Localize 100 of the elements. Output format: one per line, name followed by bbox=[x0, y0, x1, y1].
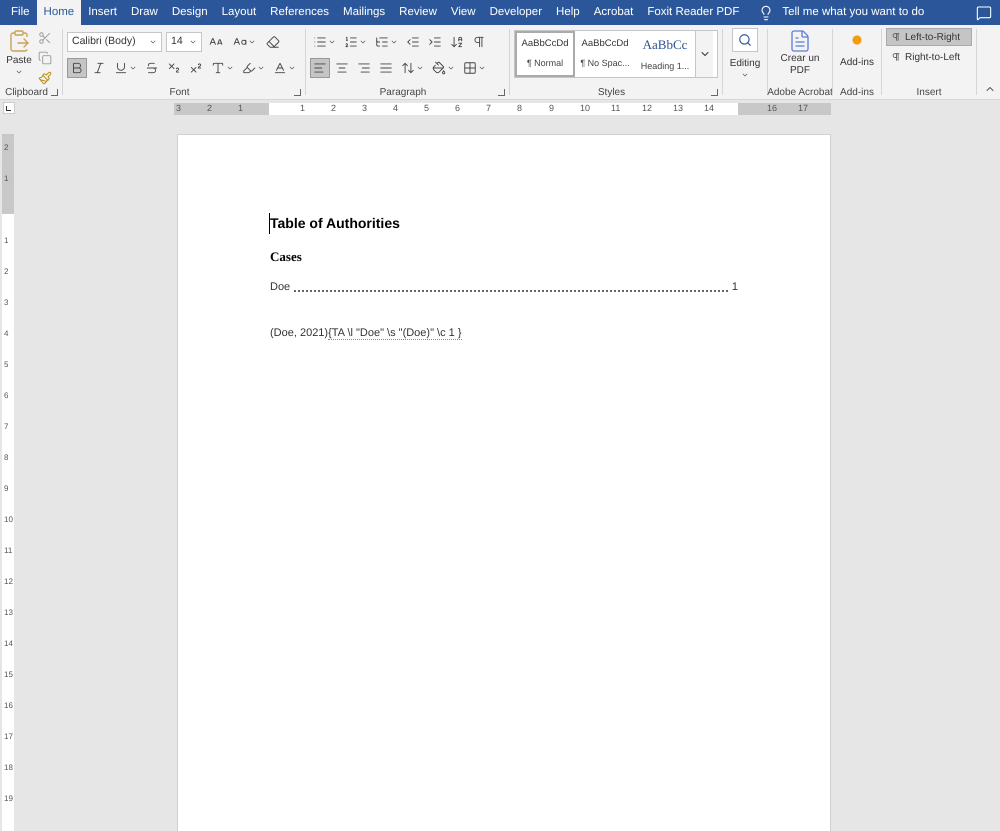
ruler-number: 1 bbox=[300, 102, 306, 115]
caret-icon bbox=[226, 64, 234, 72]
sort-icon bbox=[450, 35, 464, 49]
superscript-icon bbox=[189, 61, 203, 75]
justify-icon bbox=[379, 61, 393, 75]
caret-icon bbox=[359, 38, 367, 46]
ruler-number: 7 bbox=[4, 423, 8, 431]
ruler-number: 14 bbox=[704, 102, 714, 115]
ruler-number: 2 bbox=[4, 268, 8, 276]
copy-icon[interactable] bbox=[38, 51, 52, 65]
style-item[interactable]: AaBbCcDd ¶ No Spac... bbox=[575, 31, 635, 77]
ruler-number: 2 bbox=[331, 102, 336, 115]
align-right-icon bbox=[357, 61, 371, 75]
ruler-number: 2 bbox=[207, 102, 212, 115]
caret-icon bbox=[248, 38, 256, 46]
ruler-number: 15 bbox=[4, 671, 13, 679]
group-label: Insert bbox=[916, 86, 942, 100]
ruler-number: 2 bbox=[4, 144, 8, 152]
ribbon-tab[interactable]: Insert bbox=[81, 0, 124, 25]
subscript-icon bbox=[167, 61, 181, 75]
tab-selector-icon[interactable] bbox=[3, 102, 15, 114]
ruler-number: 5 bbox=[4, 361, 8, 369]
show-marks-icon bbox=[472, 35, 486, 49]
caret-icon bbox=[416, 64, 424, 72]
ribbon-tab[interactable]: Home bbox=[36, 0, 82, 25]
ruler-number: 11 bbox=[611, 102, 620, 115]
ribbon-tab[interactable]: Mailings bbox=[336, 0, 392, 25]
caret-icon bbox=[447, 64, 455, 72]
decrease-indent-icon bbox=[406, 35, 420, 49]
ribbon-tab[interactable]: Layout bbox=[214, 0, 264, 25]
align-center-icon bbox=[335, 61, 349, 75]
authority-name: Doe bbox=[270, 280, 290, 294]
ruler-number: 12 bbox=[4, 578, 13, 586]
ruler-number: 13 bbox=[673, 102, 684, 115]
font-name-field[interactable]: Calibri (Body) bbox=[67, 32, 162, 52]
ruler-number: 19 bbox=[4, 795, 13, 803]
ruler-number: 7 bbox=[486, 102, 492, 115]
style-item[interactable]: AaBbCc Heading 1... bbox=[635, 31, 695, 77]
ruler-number: 1 bbox=[4, 237, 8, 245]
ruler-number: 10 bbox=[4, 516, 13, 524]
direction-button[interactable]: Right-to-Left bbox=[886, 48, 972, 66]
tell-me-field[interactable]: Tell me what you want to do bbox=[782, 4, 924, 22]
dialog-launcher-icon[interactable] bbox=[51, 88, 58, 96]
format-painter-icon[interactable] bbox=[38, 71, 52, 85]
ribbon-tab[interactable]: View bbox=[444, 0, 483, 25]
group-label: Clipboard bbox=[5, 86, 48, 100]
group-label: Adobe Acrobat bbox=[767, 86, 833, 100]
caret-icon bbox=[478, 64, 486, 72]
ruler-number: 9 bbox=[4, 485, 8, 493]
document-title: Table of Authorities bbox=[269, 213, 738, 234]
cut-icon[interactable] bbox=[38, 31, 52, 45]
comments-icon[interactable] bbox=[976, 5, 992, 21]
dialog-launcher-icon[interactable] bbox=[498, 88, 505, 96]
ribbon-tab[interactable]: File bbox=[4, 0, 37, 25]
strikethrough-icon bbox=[145, 61, 159, 75]
style-item[interactable]: AaBbCcDd ¶ Normal bbox=[515, 31, 575, 77]
caret-icon bbox=[189, 38, 197, 46]
paste-button[interactable]: Paste bbox=[4, 29, 34, 85]
ribbon-tab[interactable]: Help bbox=[549, 0, 587, 25]
caret-icon bbox=[390, 38, 398, 46]
ruler-number: 1 bbox=[4, 175, 8, 183]
ribbon-tab[interactable]: Foxit Reader PDF bbox=[640, 0, 746, 25]
bold-icon bbox=[70, 61, 84, 75]
dialog-launcher-icon[interactable] bbox=[711, 88, 718, 96]
add-ins-button[interactable]: Add-ins bbox=[840, 35, 874, 70]
ribbon-tab[interactable]: Acrobat bbox=[586, 0, 640, 25]
direction-button[interactable]: Left-to-Right bbox=[886, 28, 972, 46]
ruler-number: 8 bbox=[4, 454, 8, 462]
ruler-number: 18 bbox=[4, 764, 13, 772]
ruler-number: 16 bbox=[767, 102, 778, 115]
ruler-number: 3 bbox=[4, 299, 8, 307]
dialog-launcher-icon[interactable] bbox=[294, 88, 301, 96]
editing-button[interactable]: Editing bbox=[730, 28, 760, 79]
page-number: 1 bbox=[732, 280, 738, 294]
citation-paragraph: (Doe, 2021){TA \l "Doe" \s "(Doe)" \c 1 } bbox=[270, 326, 463, 342]
ribbon-tab[interactable]: Review bbox=[392, 0, 444, 25]
ruler-number: 5 bbox=[424, 102, 430, 115]
ruler-number: 14 bbox=[4, 640, 13, 648]
ruler-number: 8 bbox=[517, 102, 522, 115]
create-pdf-button[interactable]: Crear un PDF bbox=[778, 29, 822, 77]
font-size-field[interactable]: 14 bbox=[166, 32, 202, 52]
ruler-number: 3 bbox=[362, 102, 368, 115]
ribbon-tab[interactable]: References bbox=[263, 0, 336, 25]
ribbon-tab[interactable]: Draw bbox=[124, 0, 165, 25]
caret-icon bbox=[149, 38, 157, 46]
bold-button[interactable] bbox=[67, 58, 87, 78]
caret-icon bbox=[328, 38, 336, 46]
pilcrow-icon bbox=[891, 32, 901, 42]
ruler-number: 13 bbox=[4, 609, 13, 617]
ribbon-tab[interactable]: Design bbox=[164, 0, 215, 25]
pilcrow-icon bbox=[891, 52, 901, 62]
search-icon bbox=[738, 33, 752, 47]
caret-icon bbox=[740, 71, 749, 79]
group-label: Add-ins bbox=[840, 86, 874, 100]
ribbon-tab[interactable]: Developer bbox=[482, 0, 550, 25]
align-left-button[interactable] bbox=[310, 58, 330, 78]
ruler-number: 3 bbox=[176, 102, 182, 115]
increase-indent-icon bbox=[428, 35, 442, 49]
caret-icon bbox=[129, 64, 137, 72]
ruler-number: 11 bbox=[4, 547, 12, 555]
